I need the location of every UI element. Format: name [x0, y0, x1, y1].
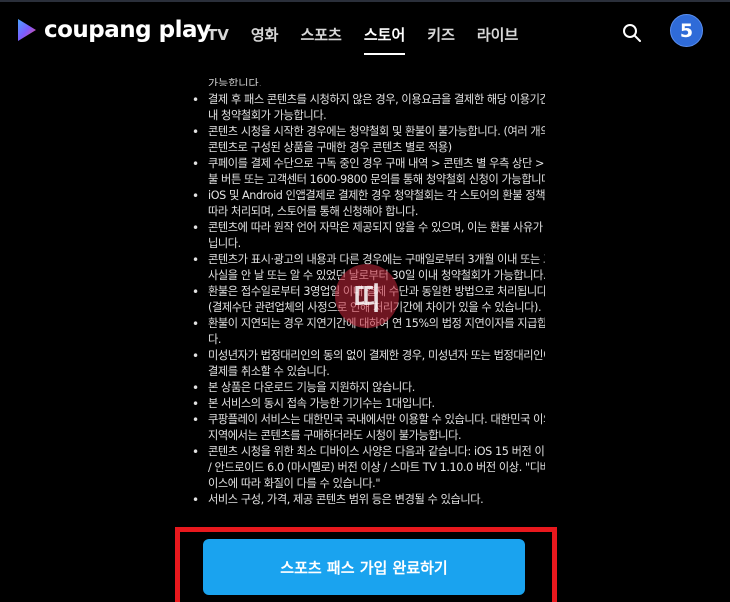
profile-avatar[interactable]: 5	[670, 14, 703, 47]
list-item: 콘텐츠에 따라 원작 언어 자막은 제공되지 않을 수 있으며, 이는 환불 사…	[192, 220, 545, 252]
list-item: 쿠팡플레이 서비스는 대한민국 국내에서만 이용할 수 있습니다. 대한민국 이…	[192, 412, 545, 444]
list-item: 쿠페이를 결제 수단으로 구독 중인 경우 구매 내역 > 콘텐츠 별 우측 상…	[192, 156, 545, 188]
list-item: 미성년자가 법정대리인의 동의 없이 결제한 경우, 미성년자 또는 법정대리인…	[192, 348, 545, 380]
main-nav: TV 영화 스포츠 스토어 키즈 라이브	[207, 20, 540, 60]
list-item: 결제 후 패스 콘텐츠를 시청하지 않은 경우, 이용요금을 결제한 해당 이용…	[192, 92, 545, 124]
list-item: 본 상품은 다운로드 기능을 지원하지 않습니다.	[192, 380, 545, 396]
brand-name: coupang play	[44, 17, 211, 43]
list-item: 콘텐츠 시청을 시작한 경우에는 청약철회 및 환불이 불가능합니다. (여러 …	[192, 124, 545, 156]
nav-sports[interactable]: 스포츠	[300, 20, 341, 60]
nav-tv[interactable]: TV	[207, 20, 229, 60]
top-header: coupang play TV 영화 스포츠 스토어 키즈 라이브 5	[0, 2, 730, 60]
nav-kids[interactable]: 키즈	[427, 20, 455, 60]
watermark-stamp: 띠	[335, 264, 399, 328]
search-icon[interactable]	[622, 23, 642, 43]
list-item: 서비스 구성, 가격, 제공 콘텐츠 범위 등은 변경될 수 있습니다.	[192, 492, 545, 508]
nav-live[interactable]: 라이브	[477, 20, 518, 60]
list-item: 콘텐츠 시청을 위한 최소 디바이스 사양은 다음과 같습니다: iOS 15 …	[192, 444, 545, 492]
cut-off-text: 가능합니다.	[208, 78, 263, 86]
play-logo-icon	[18, 19, 36, 41]
list-item: iOS 및 Android 인앱결제로 결제한 경우 청약철회는 각 스토어의 …	[192, 188, 545, 220]
complete-sports-pass-button[interactable]: 스포츠 패스 가입 완료하기	[203, 539, 525, 595]
nav-movies[interactable]: 영화	[251, 20, 279, 60]
list-item: 본 서비스의 동시 접속 가능한 기기수는 1대입니다.	[192, 396, 545, 412]
nav-store[interactable]: 스토어	[363, 20, 406, 60]
brand-logo[interactable]: coupang play	[16, 17, 211, 43]
